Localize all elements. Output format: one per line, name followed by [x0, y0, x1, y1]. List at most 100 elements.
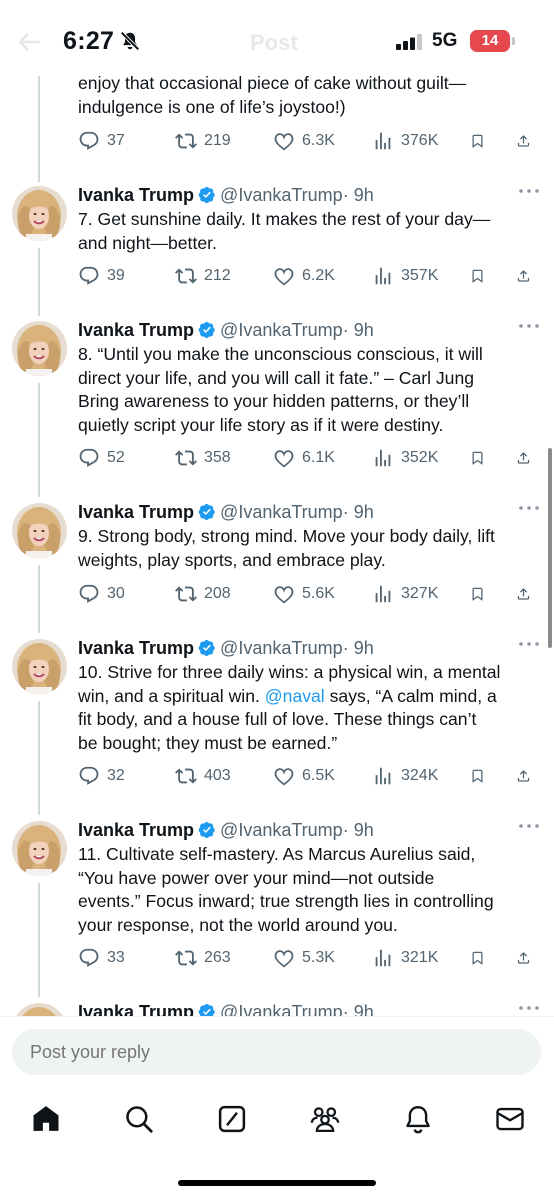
home-indicator [178, 1180, 376, 1186]
like-button[interactable]: 5.6K [273, 583, 335, 605]
share-button[interactable] [516, 265, 538, 287]
bookmark-icon [470, 765, 485, 787]
author-handle: @IvankaTrump [220, 820, 343, 840]
grok-icon[interactable] [217, 1104, 247, 1134]
like-button[interactable]: 5.3K [273, 947, 335, 969]
reply-button[interactable]: 33 [78, 947, 125, 969]
author-handle: @IvankaTrump [220, 638, 343, 658]
share-icon [516, 765, 531, 787]
tweet-header: Ivanka Trump @IvankaTrump· 9h [78, 501, 374, 523]
heart-icon [273, 265, 295, 287]
views-button[interactable]: 324K [372, 765, 438, 787]
mention-link[interactable]: @naval [265, 686, 325, 706]
bookmark-button[interactable] [470, 583, 492, 605]
share-button[interactable] [516, 765, 538, 787]
bookmark-icon [470, 265, 485, 287]
avatar[interactable] [12, 821, 67, 876]
repost-button[interactable]: 219 [175, 130, 231, 152]
scrollbar[interactable] [548, 448, 552, 648]
tweet-actions: 33 263 5.3K 321K [78, 947, 540, 971]
views-icon [372, 130, 394, 152]
repost-button[interactable]: 212 [175, 265, 231, 287]
reply-button[interactable]: 39 [78, 265, 125, 287]
views-button[interactable]: 357K [372, 265, 438, 287]
like-button[interactable]: 6.5K [273, 765, 335, 787]
reply-icon [78, 447, 100, 469]
share-icon [516, 130, 531, 152]
verified-badge-icon [198, 321, 216, 339]
more-options-icon[interactable] [518, 823, 540, 829]
repost-button[interactable]: 208 [175, 583, 231, 605]
tweet-time: · 9h [342, 185, 374, 205]
heart-icon [273, 447, 295, 469]
bookmark-icon [470, 947, 485, 969]
reply-button[interactable]: 30 [78, 583, 125, 605]
thread-line [38, 383, 40, 497]
messages-icon[interactable] [495, 1104, 525, 1134]
share-icon [516, 947, 531, 969]
more-options-icon[interactable] [518, 505, 540, 511]
thread-line [38, 565, 40, 633]
signal-icon [396, 34, 422, 50]
more-options-icon[interactable] [518, 323, 540, 329]
verified-badge-icon [198, 186, 216, 204]
reply-button[interactable]: 52 [78, 447, 125, 469]
home-icon[interactable] [31, 1104, 61, 1134]
avatar[interactable] [12, 186, 67, 241]
battery-icon: 14 [470, 30, 510, 52]
silent-bell-icon [120, 31, 140, 51]
heart-icon [273, 583, 295, 605]
views-button[interactable]: 321K [372, 947, 438, 969]
reply-icon [78, 947, 100, 969]
bookmark-button[interactable] [470, 447, 492, 469]
bookmark-button[interactable] [470, 765, 492, 787]
tweet-header: Ivanka Trump @IvankaTrump· 9h [78, 637, 374, 659]
heart-icon [273, 765, 295, 787]
reply-button[interactable]: 32 [78, 765, 125, 787]
views-button[interactable]: 376K [372, 130, 438, 152]
more-options-icon[interactable] [518, 641, 540, 647]
bookmark-button[interactable] [470, 130, 492, 152]
reply-icon [78, 130, 100, 152]
back-arrow-icon[interactable] [18, 32, 42, 52]
reply-button[interactable]: 37 [78, 130, 125, 152]
share-button[interactable] [516, 583, 538, 605]
share-icon [516, 265, 531, 287]
share-button[interactable] [516, 130, 538, 152]
tweet-text: enjoy that occasional piece of cake with… [78, 73, 467, 117]
share-button[interactable] [516, 447, 538, 469]
share-button[interactable] [516, 947, 538, 969]
repost-button[interactable]: 358 [175, 447, 231, 469]
avatar[interactable] [12, 639, 67, 694]
reply-input[interactable] [12, 1029, 541, 1075]
like-button[interactable]: 6.3K [273, 130, 335, 152]
repost-icon [175, 447, 197, 469]
repost-button[interactable]: 403 [175, 765, 231, 787]
tweet-header: Ivanka Trump @IvankaTrump· 9h [78, 819, 374, 841]
status-time: 6:27 [63, 27, 115, 55]
views-icon [372, 447, 394, 469]
reply-bar [0, 1016, 554, 1092]
like-button[interactable]: 6.2K [273, 265, 335, 287]
avatar[interactable] [12, 503, 67, 558]
like-button[interactable]: 6.1K [273, 447, 335, 469]
avatar[interactable] [12, 321, 67, 376]
views-button[interactable]: 352K [372, 447, 438, 469]
tweet-actions: 39 212 6.2K 357K [78, 265, 540, 289]
repost-icon [175, 265, 197, 287]
battery-tip [512, 37, 515, 45]
repost-button[interactable]: 263 [175, 947, 231, 969]
bookmark-button[interactable] [470, 947, 492, 969]
communities-icon[interactable] [310, 1104, 340, 1134]
search-icon[interactable] [124, 1104, 154, 1134]
notifications-icon[interactable] [403, 1104, 433, 1134]
bookmark-button[interactable] [470, 265, 492, 287]
more-options-icon[interactable] [518, 1005, 540, 1011]
thread-line [38, 76, 40, 182]
heart-icon [273, 947, 295, 969]
tweet-actions: 37 219 6.3K 376K [78, 130, 540, 154]
tweet-actions: 52 358 6.1K 352K [78, 447, 540, 471]
more-options-icon[interactable] [518, 188, 540, 194]
status-bar: 6:27 Post 5G 14 [0, 0, 554, 76]
views-button[interactable]: 327K [372, 583, 438, 605]
